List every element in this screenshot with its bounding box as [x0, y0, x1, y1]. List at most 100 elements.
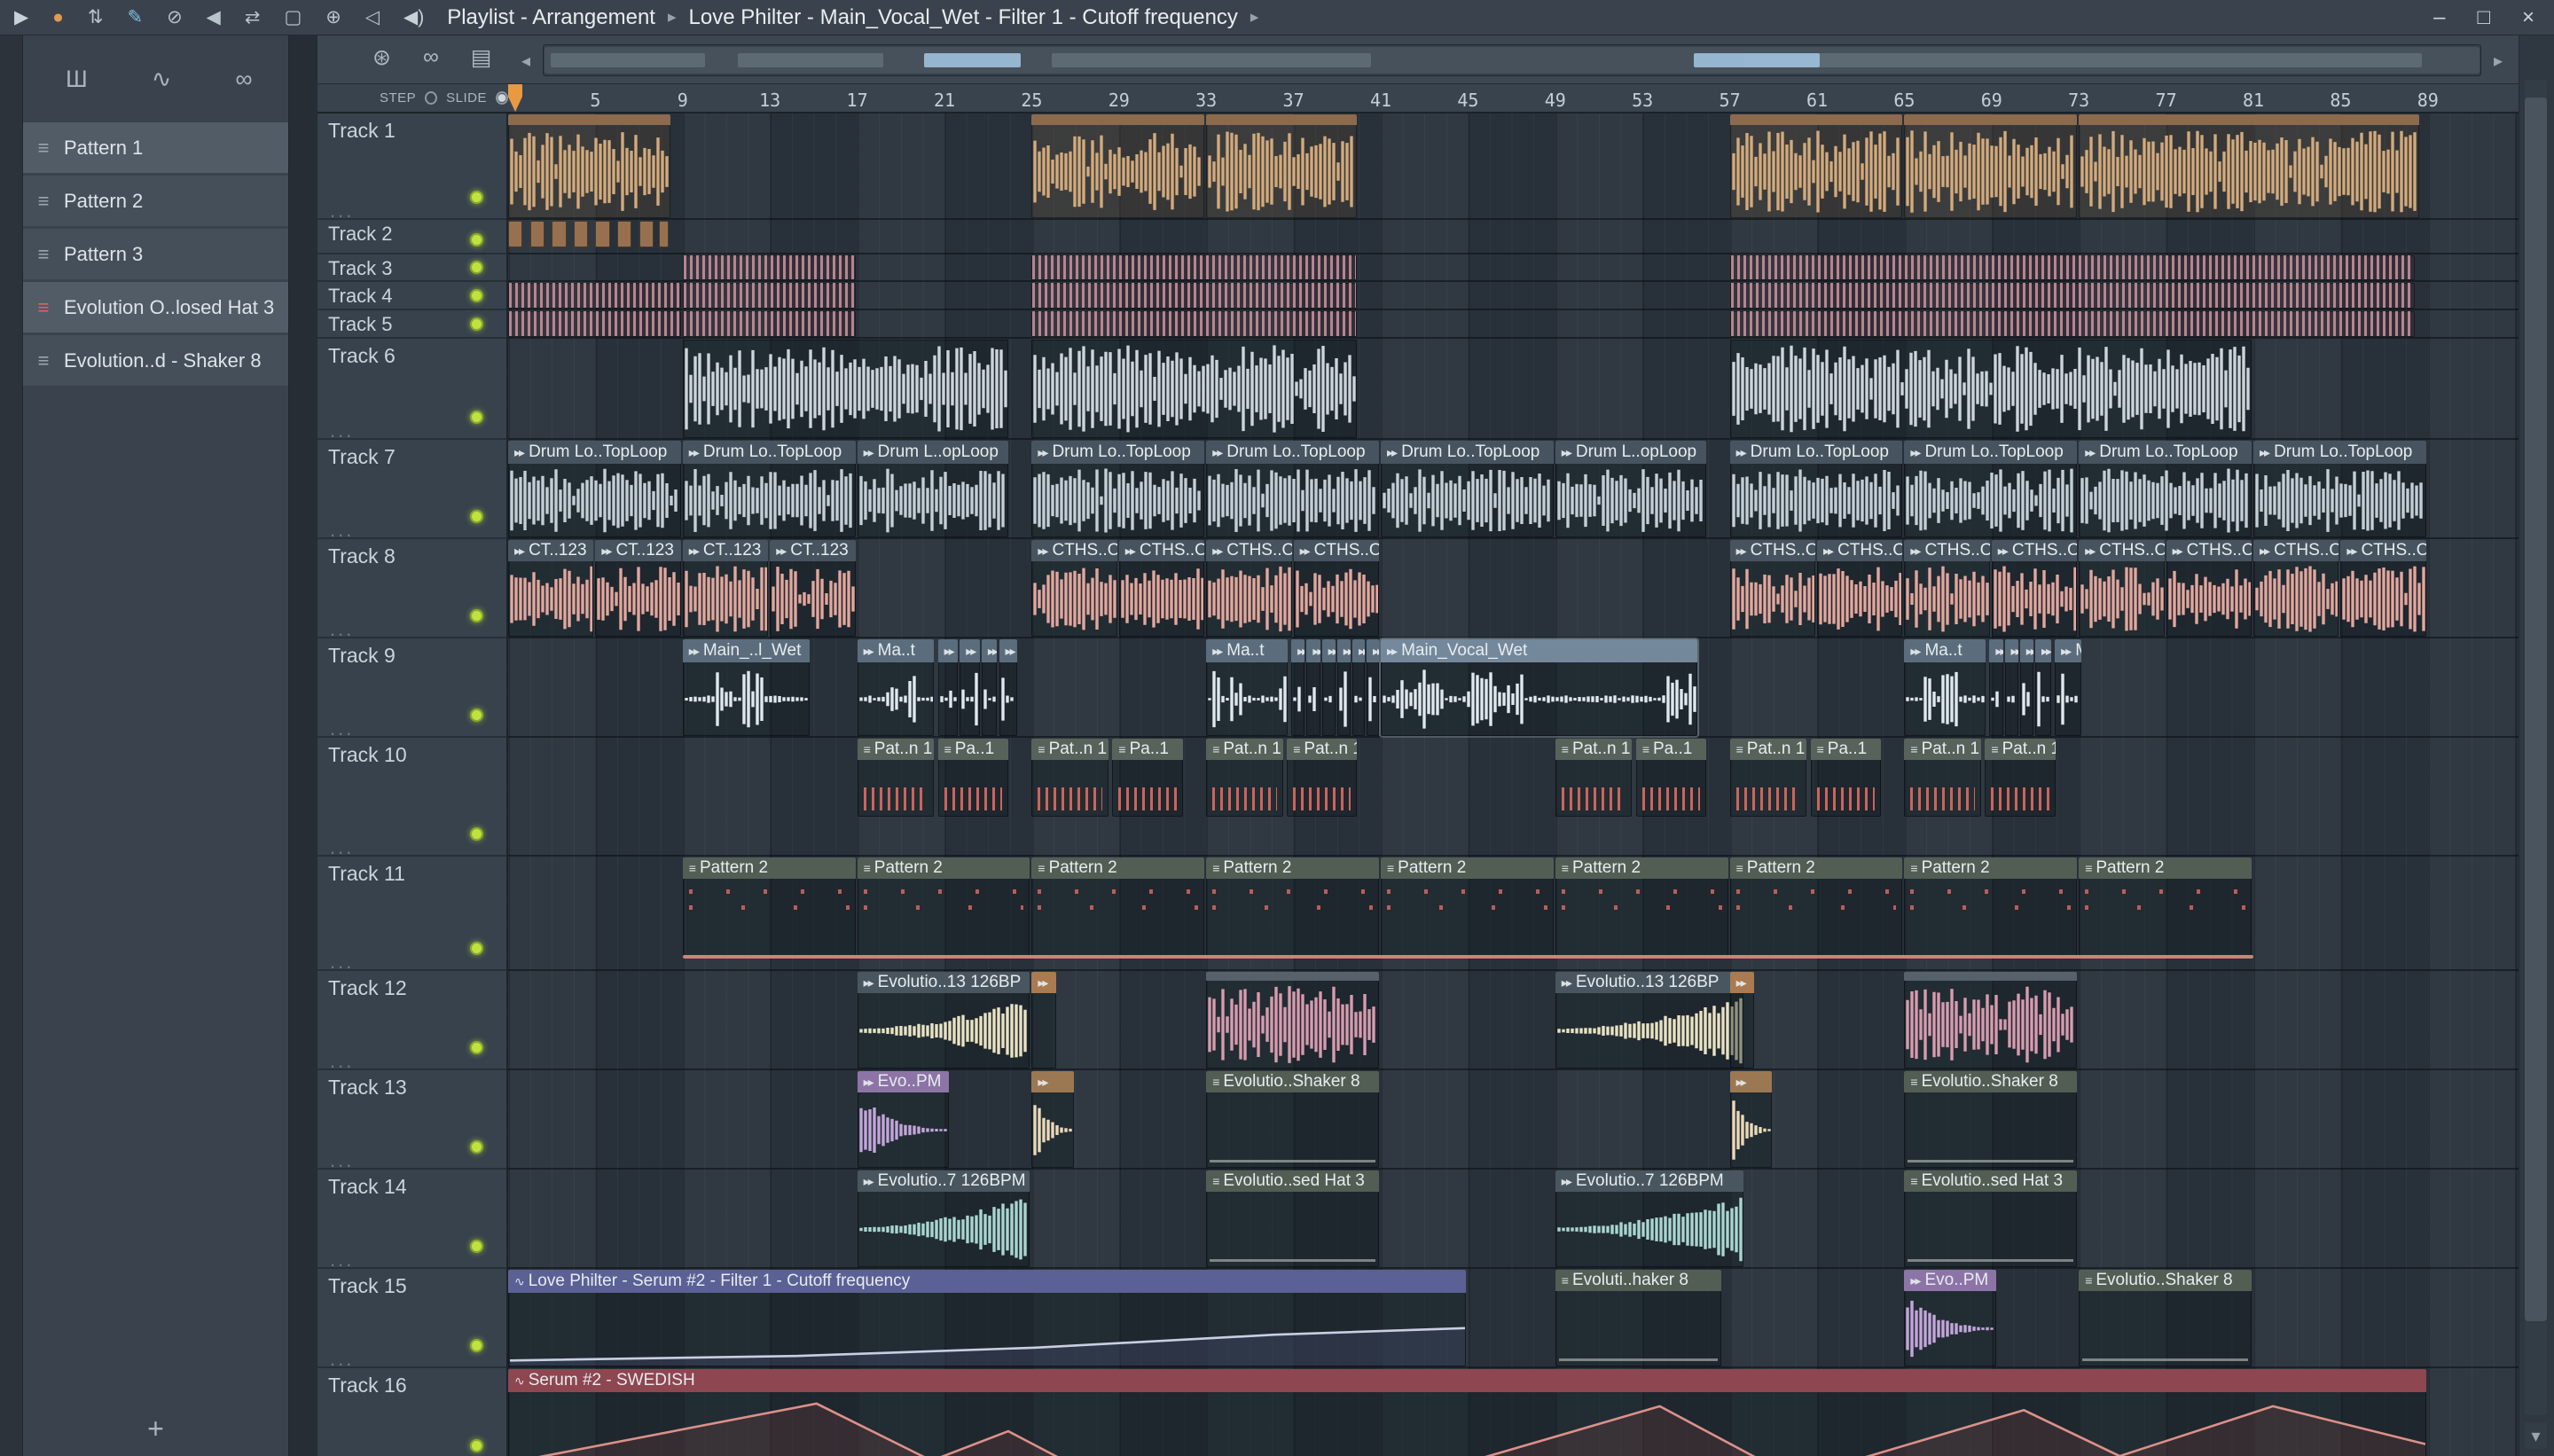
timeline-ruler[interactable]: 5 9 13 17 21 25 29 33 37 41 45 49 53 57 61 65 69 73 77 81 85… — [508, 84, 2519, 114]
track-name[interactable]: Track 8 — [328, 544, 396, 568]
audio-clip[interactable]: ▸▸ Ma..t — [1206, 639, 1288, 736]
audio-clip[interactable]: ▸▸ CTHS..O — [1293, 540, 1379, 637]
track-name[interactable]: Track 2 — [328, 223, 393, 246]
pattern-clip[interactable]: ≡ Evolutio..sed Hat 3 — [1904, 1170, 2078, 1267]
pattern-clip[interactable]: ≡ Pattern 2 — [682, 857, 856, 959]
pattern-clip[interactable]: ≡ Pattern 2 — [1381, 857, 1554, 959]
audio-clip[interactable]: ▸▸ CT..123 — [682, 540, 769, 637]
track-lane[interactable]: ∿ Love Philter - Serum #2 - Filter 1 - Cu… — [508, 1269, 2519, 1368]
audio-clip[interactable]: ▸▸ — [1352, 639, 1365, 736]
speaker-icon[interactable]: ◀) — [403, 8, 424, 27]
slide-toggle[interactable] — [496, 91, 508, 105]
track-options-dots[interactable]: ... — [330, 619, 354, 638]
audio-clip[interactable]: ▸▸ CTHS..O — [1991, 540, 2078, 637]
pattern-list-item[interactable]: ≡ Evolution O..losed Hat 3 — [23, 282, 288, 333]
playback-tool-icon[interactable]: ◁ — [365, 8, 380, 27]
audio-clip[interactable]: ▸▸ Drum Lo..TopLoop — [508, 441, 681, 537]
pattern-clip[interactable]: ≡ Pa..1 — [1112, 739, 1183, 817]
audio-clip[interactable]: ▸▸ — [960, 639, 980, 736]
pattern-list-item[interactable]: ≡ Pattern 1 — [23, 122, 288, 173]
track-options-dots[interactable]: ... — [330, 1249, 354, 1269]
audio-clip[interactable]: ▸▸ Evo..PM — [1904, 1270, 1997, 1366]
audio-clip[interactable]: ▸▸ — [1367, 639, 1379, 736]
track-mute-led[interactable] — [470, 1041, 483, 1054]
hscroll-thumb[interactable] — [544, 47, 2480, 74]
pattern-clip[interactable]: ≡ Evoluti..haker 8 — [1555, 1270, 1722, 1366]
track-name[interactable]: Track 9 — [328, 644, 396, 668]
mute-tool-icon[interactable]: ◀ — [207, 8, 221, 27]
snap-magnet-icon[interactable]: ⊛ — [372, 44, 391, 71]
pattern-clip[interactable]: ≡ Pat..n 1 — [1287, 739, 1358, 817]
track-options-dots[interactable]: ... — [330, 1349, 354, 1368]
audio-clip[interactable]: ▸▸ CTHS..O — [1729, 540, 1815, 637]
audio-clip[interactable]: ▸▸ Main_Vocal_Wet — [1381, 639, 1698, 736]
audio-clip[interactable]: ▸▸M.. — [2055, 639, 2082, 736]
audio-clip[interactable] — [1031, 255, 1358, 280]
track-lane[interactable] — [508, 282, 2519, 310]
audio-clip[interactable] — [682, 311, 856, 337]
audio-clip[interactable]: ▸▸ Evo..PM — [857, 1071, 950, 1168]
audio-clip[interactable]: ▸▸ — [1306, 639, 1320, 736]
audio-clip[interactable]: ▸▸ Drum Lo..TopLoop — [1729, 441, 1903, 537]
add-pattern-button[interactable]: + — [147, 1413, 164, 1445]
record-icon[interactable]: ● — [52, 8, 64, 27]
track-name[interactable]: Track 14 — [328, 1175, 407, 1199]
audio-clip[interactable] — [1206, 114, 1358, 218]
track-name[interactable]: Track 12 — [328, 976, 407, 1000]
audio-clip[interactable] — [573, 221, 589, 247]
track-name[interactable]: Track 7 — [328, 445, 396, 469]
track-options-dots[interactable]: ... — [330, 718, 354, 738]
slip-tool-icon[interactable]: ⇅ — [88, 8, 104, 27]
audio-clip[interactable] — [595, 221, 610, 247]
close-button[interactable]: × — [2522, 5, 2534, 30]
track-lane[interactable]: ≡ Pat..n 1 ≡ Pa..1 ≡ Pat..n 1 ≡ Pa..1 ≡ Pat..n 1 ≡… — [508, 738, 2519, 857]
pattern-clip[interactable]: ≡ Pattern 2 — [1555, 857, 1728, 959]
pattern-list-item[interactable]: ≡ Evolution..d - Shaker 8 — [23, 335, 288, 386]
track-mute-led[interactable] — [470, 411, 483, 424]
hscroll-track[interactable] — [543, 44, 2481, 76]
audio-clip[interactable]: ▸▸ — [1989, 639, 2003, 736]
track-mute-led[interactable] — [470, 1140, 483, 1154]
track-mute-led[interactable] — [470, 609, 483, 622]
audio-clip[interactable]: ▸▸ Drum Lo..TopLoop — [1381, 441, 1554, 537]
audio-clip[interactable] — [1729, 255, 2416, 280]
track-lane[interactable]: ≡ Pattern 2 ≡ Pattern 2 ≡ Pattern 2 ≡ Pattern 2… — [508, 857, 2519, 971]
automation-clip[interactable]: ∿ Love Philter - Serum #2 - Filter 1 - Cu… — [508, 1270, 1467, 1366]
audio-clip[interactable] — [1729, 283, 2416, 309]
audio-clip[interactable] — [682, 340, 1008, 438]
audio-clip[interactable]: ▸▸ Evolutio..13 126BP — [857, 972, 1030, 1069]
pattern-clip[interactable]: ≡ Pa..1 — [1635, 739, 1706, 817]
track-name[interactable]: Track 5 — [328, 313, 393, 336]
pattern-clip[interactable]: ≡ Pattern 2 — [2079, 857, 2252, 959]
track-name[interactable]: Track 10 — [328, 743, 407, 767]
audio-clip[interactable] — [658, 221, 670, 247]
audio-clip[interactable] — [508, 283, 681, 309]
audio-clip[interactable]: ▸▸ CTHS..O — [2166, 540, 2252, 637]
audio-clip[interactable] — [529, 221, 545, 247]
audio-clip[interactable] — [1904, 972, 2078, 1069]
slide-tool-icon[interactable]: ⇄ — [245, 8, 261, 27]
play-icon[interactable]: ▶ — [14, 8, 28, 27]
patterns-picker-icon[interactable]: Ш — [66, 66, 88, 93]
pattern-clip[interactable]: ≡ Evolutio..sed Hat 3 — [1206, 1170, 1379, 1267]
pattern-clip[interactable]: ≡ Pat..n 1 — [1031, 739, 1109, 817]
zoom-tool-icon[interactable]: ⊕ — [325, 8, 341, 27]
pattern-clip[interactable]: ≡ Pat..n 1 — [1206, 739, 1283, 817]
track-name[interactable]: Track 1 — [328, 119, 396, 143]
track-name[interactable]: Track 13 — [328, 1076, 407, 1100]
audio-clip[interactable]: ▸▸ — [1729, 972, 1755, 1069]
audio-clip[interactable] — [1031, 283, 1358, 309]
track-name[interactable]: Track 16 — [328, 1374, 407, 1397]
track-options-dots[interactable]: ... — [330, 951, 354, 971]
audio-clip[interactable]: ▸▸ CTHS..O — [2340, 540, 2426, 637]
track-mute-led[interactable] — [470, 510, 483, 523]
audio-clip[interactable]: ▸▸ — [981, 639, 998, 736]
audio-clip[interactable]: ▸▸ Main_..l_Wet — [682, 639, 810, 736]
audio-clip[interactable]: ▸▸ — [1031, 972, 1056, 1069]
vscroll-down-arrow-icon[interactable]: ▾ — [2525, 1422, 2547, 1449]
audio-clip[interactable]: ▸▸ Ma..t — [857, 639, 935, 736]
track-lane[interactable] — [508, 220, 2519, 254]
track-options-dots[interactable]: ... — [330, 420, 354, 440]
track-options-dots[interactable]: ... — [330, 520, 354, 539]
audio-clip[interactable]: ▸▸ — [2004, 639, 2018, 736]
